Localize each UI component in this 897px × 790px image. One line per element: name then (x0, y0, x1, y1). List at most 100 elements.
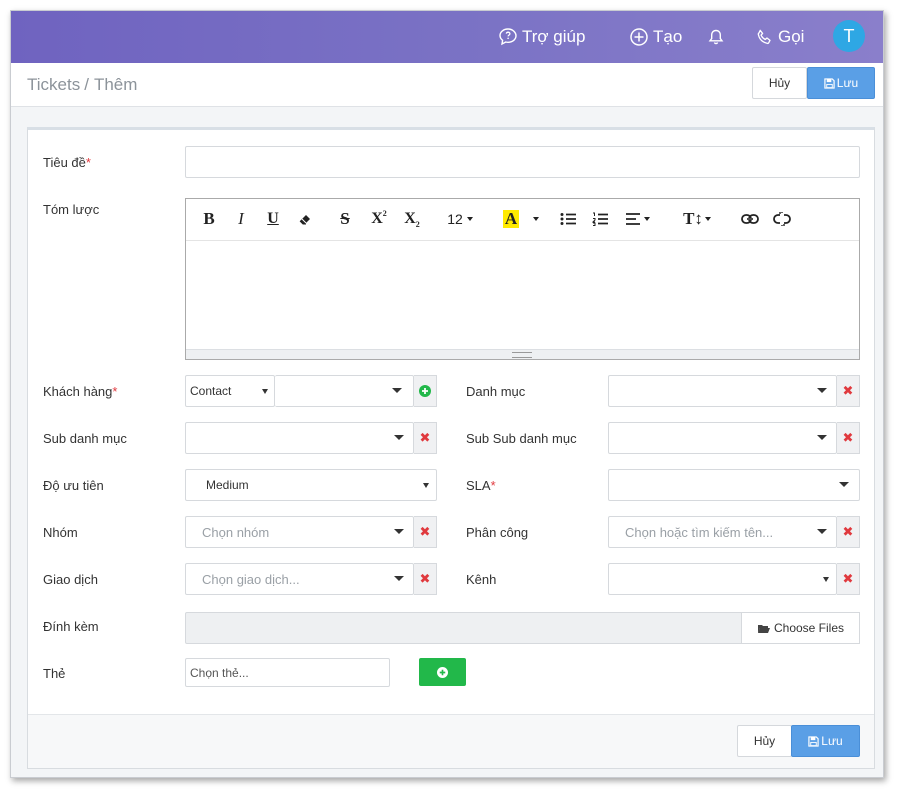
color-dropdown-chevron-icon[interactable] (531, 209, 541, 229)
phone-icon (757, 29, 771, 44)
close-icon: ✖ (419, 571, 431, 586)
chevron-down-icon (817, 388, 827, 393)
chevron-down-icon (839, 482, 849, 487)
tags-placeholder: Chọn thẻ... (190, 666, 249, 680)
clear-subcategory-button[interactable]: ✖ (414, 422, 437, 454)
footer-cancel-button[interactable]: Hủy (737, 725, 792, 757)
customer-label: Khách hàng* (43, 384, 117, 399)
bullet-list-icon[interactable] (559, 209, 577, 229)
subcategory-select[interactable] (185, 422, 414, 454)
ticket-form-card: Tiêu đề* Tóm lược B I U S X2 X2 12 A T↕ … (27, 127, 875, 769)
superscript-icon[interactable]: X2 (368, 209, 390, 229)
customer-type-value: Contact (190, 384, 232, 398)
chevron-down-icon (394, 576, 404, 581)
save-button[interactable]: Lưu (807, 67, 875, 99)
align-dropdown[interactable] (623, 209, 653, 229)
customer-type-select[interactable]: Contact (185, 375, 275, 407)
priority-value: Medium (206, 478, 249, 492)
chevron-down-icon (823, 577, 829, 582)
subsubcategory-select[interactable] (608, 422, 837, 454)
close-icon: ✖ (842, 524, 854, 539)
save-label: Lưu (836, 76, 859, 90)
assign-label: Phân công (466, 525, 529, 540)
summary-editor[interactable]: B I U S X2 X2 12 A T↕ (185, 198, 860, 360)
channel-select[interactable] (608, 563, 837, 595)
chevron-down-icon (466, 217, 473, 221)
group-select[interactable]: Chọn nhóm (185, 516, 414, 548)
breadcrumb-separator: / (84, 75, 89, 94)
editor-toolbar: B I U S X2 X2 12 A T↕ (186, 199, 859, 241)
footer-cancel-label: Hủy (753, 734, 776, 748)
line-height-dropdown[interactable]: T↕ (680, 209, 714, 229)
bell-icon (708, 29, 724, 45)
footer-save-button[interactable]: Lưu (791, 725, 860, 757)
title-input[interactable] (185, 146, 860, 178)
unlink-icon[interactable] (772, 209, 792, 229)
breadcrumb: Tickets / Thêm (27, 75, 137, 95)
cancel-label: Hủy (768, 76, 791, 90)
assign-select[interactable]: Chọn hoặc tìm kiếm tên... (608, 516, 837, 548)
cancel-button[interactable]: Hủy (752, 67, 807, 99)
channel-label: Kênh (466, 572, 497, 587)
top-navbar: Trợ giúp Tạo Gọi T (11, 11, 883, 63)
clear-group-button[interactable]: ✖ (414, 516, 437, 548)
bold-icon[interactable]: B (200, 209, 218, 229)
plus-circle-icon (630, 28, 648, 46)
close-icon: ✖ (842, 383, 854, 398)
close-icon: ✖ (842, 571, 854, 586)
clear-subsubcategory-button[interactable]: ✖ (837, 422, 860, 454)
subscript-icon[interactable]: X2 (401, 209, 423, 229)
text-height-icon: T↕ (683, 209, 703, 228)
clear-assign-button[interactable]: ✖ (837, 516, 860, 548)
transaction-select[interactable]: Chọn giao dịch... (185, 563, 414, 595)
numbered-list-icon[interactable] (591, 209, 609, 229)
clear-category-button[interactable]: ✖ (837, 375, 860, 407)
footer-save-label: Lưu (821, 734, 843, 748)
sla-select[interactable] (608, 469, 860, 501)
clear-channel-button[interactable]: ✖ (837, 563, 860, 595)
user-avatar[interactable]: T (833, 20, 865, 52)
chevron-down-icon (817, 529, 827, 534)
create-link[interactable]: Tạo (629, 11, 682, 63)
app-window: Trợ giúp Tạo Gọi T Tickets / Thêm Hủy Lưu … (10, 10, 884, 778)
italic-icon[interactable]: I (232, 209, 250, 229)
priority-select[interactable]: Medium (185, 469, 437, 501)
close-icon: ✖ (419, 430, 431, 445)
attachment-label: Đính kèm (43, 619, 99, 634)
subcategory-label: Sub danh mục (43, 431, 127, 446)
customer-select[interactable] (275, 375, 414, 407)
required-mark: * (490, 478, 496, 493)
choose-files-label: Choose Files (773, 621, 845, 635)
text-color-icon[interactable]: A (502, 209, 520, 229)
breadcrumb-root[interactable]: Tickets (27, 75, 80, 94)
notifications-button[interactable] (707, 11, 729, 63)
clear-transaction-button[interactable]: ✖ (414, 563, 437, 595)
group-placeholder: Chọn nhóm (202, 525, 270, 540)
link-icon[interactable] (740, 209, 760, 229)
chevron-down-icon (817, 435, 827, 440)
add-tag-button[interactable] (419, 658, 466, 686)
choose-files-button[interactable]: Choose Files (741, 612, 860, 644)
call-link[interactable]: Gọi (755, 11, 804, 63)
customer-label-text: Khách hàng (43, 384, 113, 399)
editor-resize-handle[interactable] (186, 349, 859, 359)
priority-label: Độ ưu tiên (43, 478, 104, 493)
transaction-placeholder: Chọn giao dịch... (202, 572, 300, 587)
strikethrough-icon[interactable]: S (336, 209, 354, 229)
help-link[interactable]: Trợ giúp (498, 11, 585, 63)
chevron-down-icon (394, 435, 404, 440)
assign-placeholder: Chọn hoặc tìm kiếm tên... (625, 525, 774, 540)
attachment-field[interactable]: Choose Files (185, 612, 860, 644)
add-customer-button[interactable] (414, 375, 437, 407)
tags-input[interactable]: Chọn thẻ... (185, 658, 390, 687)
font-size-dropdown[interactable]: 12 (443, 209, 477, 229)
chevron-down-icon (394, 529, 404, 534)
sla-label-text: SLA (466, 478, 491, 493)
category-select[interactable] (608, 375, 837, 407)
eraser-icon[interactable] (296, 209, 314, 229)
title-label: Tiêu đề* (43, 155, 91, 170)
chevron-down-icon (644, 217, 650, 221)
page-header: Tickets / Thêm Hủy Lưu (11, 63, 883, 107)
chevron-down-icon (262, 389, 268, 394)
underline-icon[interactable]: U (264, 209, 282, 229)
